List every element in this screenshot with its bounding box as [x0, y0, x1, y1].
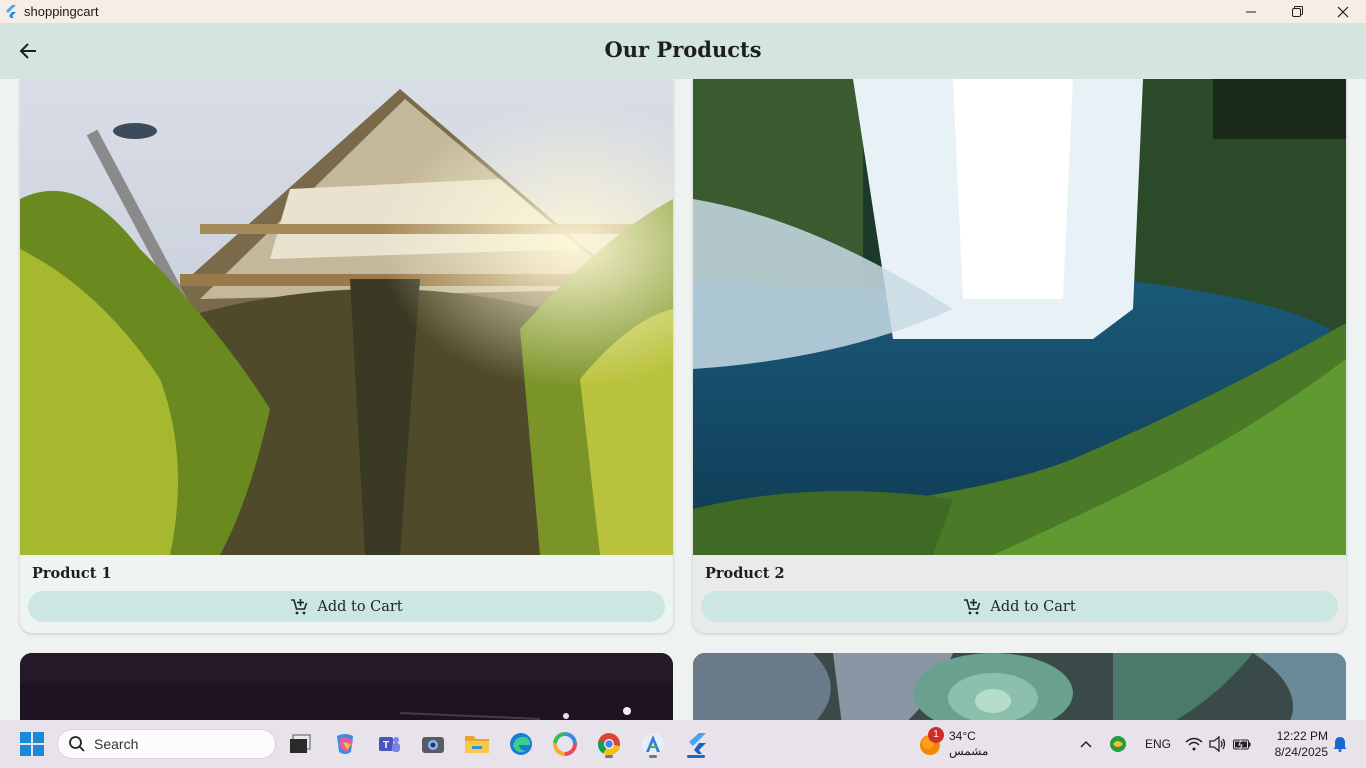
- app-button[interactable]: [637, 728, 669, 760]
- clock-time: 12:22 PM: [1276, 729, 1328, 743]
- folder-icon: [465, 736, 489, 753]
- taskbar: Search T 1 34°C مشمس ENG 12:22 PM 8/24/2…: [0, 720, 1366, 768]
- windows-icon: [20, 732, 44, 756]
- weather-widget[interactable]: 1 34°C مشمس: [918, 727, 998, 761]
- file-explorer-button[interactable]: [461, 728, 493, 760]
- weather-temperature: 34°C: [949, 729, 976, 743]
- product-card[interactable]: [20, 653, 673, 720]
- minimize-button[interactable]: [1228, 0, 1274, 23]
- minimize-icon: [1246, 11, 1256, 12]
- product-grid[interactable]: Product 1 Add to Cart Product 2 Add to C…: [0, 79, 1366, 720]
- search-placeholder: Search: [94, 736, 139, 752]
- photos-button[interactable]: [549, 728, 581, 760]
- product-card[interactable]: Product 2 Add to Cart: [693, 79, 1346, 633]
- product-card[interactable]: Product 1 Add to Cart: [20, 79, 673, 633]
- close-button[interactable]: [1320, 0, 1366, 23]
- show-hidden-icons-button[interactable]: [1072, 728, 1100, 760]
- close-icon: [1337, 6, 1349, 17]
- notifications-button[interactable]: [1330, 728, 1350, 760]
- product-name: Product 2: [705, 565, 785, 582]
- add-to-cart-button[interactable]: Add to Cart: [701, 591, 1338, 622]
- product-image-succulent: [693, 653, 1346, 720]
- battery-button[interactable]: [1228, 728, 1256, 760]
- battery-charging-icon: [1233, 739, 1251, 750]
- product-image-dark: [20, 653, 673, 720]
- window-titlebar: shoppingcart: [0, 0, 1366, 23]
- edge-button[interactable]: [505, 728, 537, 760]
- weather-badge: 1: [928, 727, 944, 743]
- product-image-canoe: [20, 79, 673, 555]
- teams-icon: T: [379, 737, 400, 752]
- add-shopping-cart-icon: [291, 598, 308, 614]
- volume-icon: [1209, 736, 1226, 752]
- restore-button[interactable]: [1274, 0, 1320, 23]
- app-bar: Our Products: [0, 23, 1366, 79]
- restore-icon: [1291, 6, 1303, 17]
- flutter-app-icon: [6, 4, 16, 18]
- task-view-icon: [290, 734, 311, 753]
- weather-condition: مشمس: [949, 744, 989, 758]
- copilot-button[interactable]: [329, 728, 361, 760]
- product-card[interactable]: [693, 653, 1346, 720]
- add-to-cart-label: Add to Cart: [317, 598, 403, 615]
- tray-app-icon: [1110, 736, 1126, 752]
- search-icon: [69, 736, 85, 752]
- chrome-button[interactable]: [593, 728, 625, 760]
- flutter-app-button[interactable]: [681, 728, 713, 760]
- wifi-icon: [1185, 737, 1203, 751]
- add-to-cart-button[interactable]: Add to Cart: [28, 591, 665, 622]
- product-name: Product 1: [32, 565, 112, 582]
- language-indicator[interactable]: ENG: [1145, 737, 1171, 751]
- window-title: shoppingcart: [24, 4, 99, 19]
- camera-button[interactable]: [417, 728, 449, 760]
- clock-date: 8/24/2025: [1274, 745, 1328, 759]
- photos-icon: [553, 732, 577, 756]
- product-image-waterfall: [693, 79, 1346, 555]
- start-button[interactable]: [16, 728, 48, 760]
- taskbar-search-box[interactable]: Search: [57, 729, 276, 759]
- android-studio-icon: [642, 733, 664, 755]
- tray-app-button[interactable]: [1104, 728, 1132, 760]
- page-title: Our Products: [604, 37, 762, 62]
- add-to-cart-label: Add to Cart: [990, 598, 1076, 615]
- clock[interactable]: 12:22 PM 8/24/2025: [1262, 728, 1328, 760]
- chrome-icon: [597, 733, 620, 756]
- bell-icon: [1333, 737, 1347, 752]
- add-shopping-cart-icon: [964, 598, 981, 614]
- chevron-up-icon: [1080, 740, 1092, 748]
- edge-icon: [510, 733, 532, 755]
- svg-text:T: T: [383, 740, 389, 751]
- copilot-icon: [337, 734, 353, 754]
- task-view-button[interactable]: [284, 728, 316, 760]
- flutter-icon: [689, 733, 706, 754]
- camera-icon: [422, 737, 444, 753]
- teams-button[interactable]: T: [373, 728, 405, 760]
